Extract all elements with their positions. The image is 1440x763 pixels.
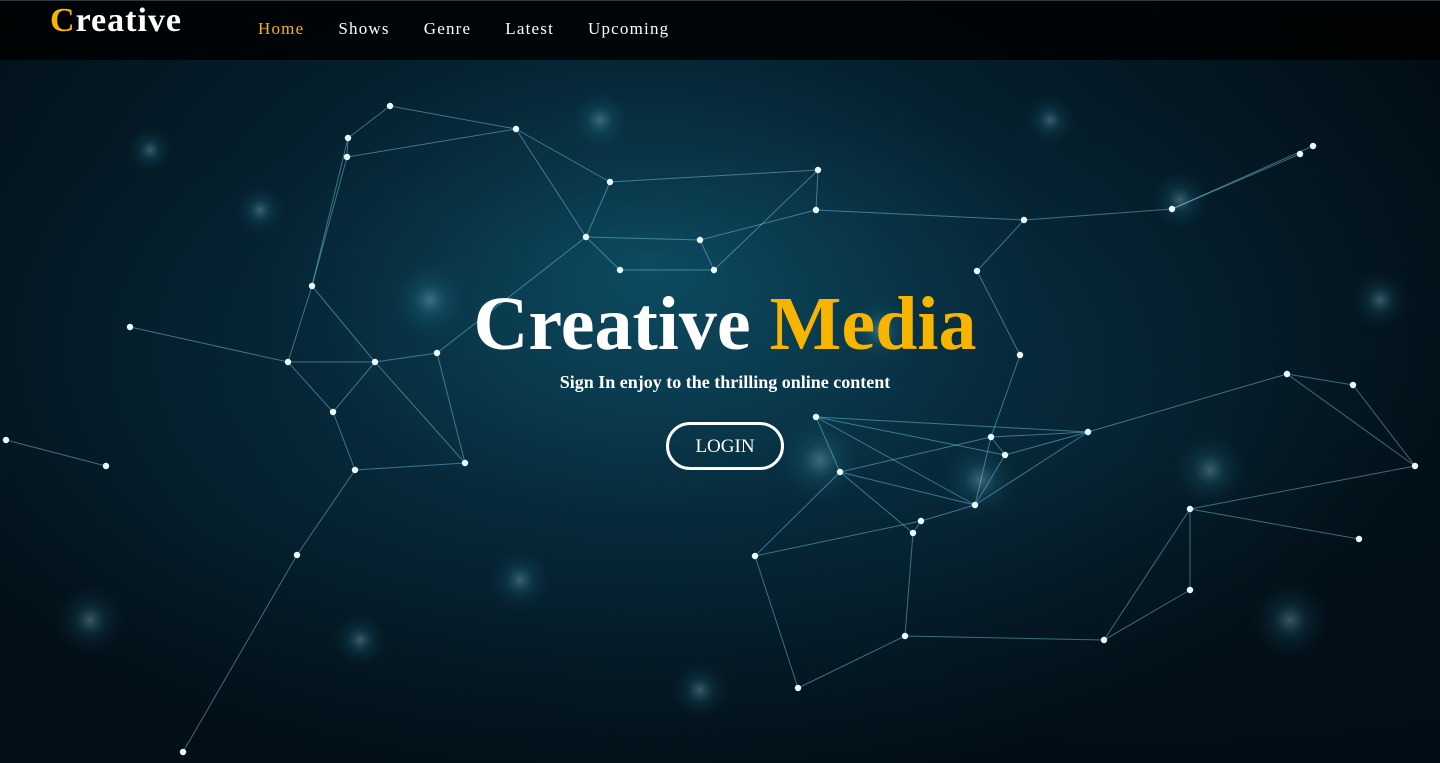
nav-item-shows: Shows (338, 19, 389, 39)
hero-section: Creative Media Sign In enjoy to the thri… (0, 278, 1440, 470)
brand-logo[interactable]: Creative (50, 1, 182, 41)
network-node (1100, 636, 1108, 644)
hero-title-accent: Media (769, 282, 977, 366)
nav-item-upcoming: Upcoming (588, 19, 669, 39)
network-line (1103, 589, 1191, 641)
brand-initial: C (50, 2, 76, 39)
network-line (699, 209, 817, 241)
network-line (609, 169, 819, 183)
network-node (812, 206, 820, 214)
network-node (179, 748, 187, 756)
page: Creative Home Shows Genre Latest Upcomin… (0, 0, 1440, 763)
bokeh-glow (670, 660, 730, 720)
network-line (904, 532, 914, 637)
nav-link-upcoming[interactable]: Upcoming (588, 19, 669, 38)
network-line (515, 128, 587, 238)
bokeh-glow (332, 612, 388, 668)
brand-rest: reative (75, 2, 182, 39)
network-node (344, 134, 352, 142)
network-line (904, 635, 1105, 641)
network-line (585, 236, 701, 241)
network-node (814, 166, 822, 174)
network-node (794, 684, 802, 692)
network-line (585, 181, 611, 238)
network-line (815, 209, 1025, 221)
nav-item-genre: Genre (424, 19, 472, 39)
network-node (751, 552, 759, 560)
network-line (311, 156, 348, 287)
nav-item-latest: Latest (505, 19, 554, 39)
network-line (754, 555, 799, 689)
network-node (1168, 205, 1176, 213)
network-node (1309, 142, 1317, 150)
network-node (1020, 216, 1028, 224)
network-line (585, 236, 621, 271)
network-node (582, 233, 590, 241)
network-node (971, 501, 979, 509)
network-line (389, 105, 517, 130)
bokeh-glow (1024, 94, 1076, 146)
network-node (901, 632, 909, 640)
nav-link-genre[interactable]: Genre (424, 19, 472, 38)
nav-item-home: Home (258, 19, 304, 39)
network-node (917, 517, 925, 525)
network-node (386, 102, 394, 110)
nav-links: Home Shows Genre Latest Upcoming (258, 19, 669, 39)
bokeh-glow (570, 90, 630, 150)
network-node (616, 266, 624, 274)
network-node (343, 153, 351, 161)
network-node (1186, 505, 1194, 513)
network-line (713, 169, 819, 271)
network-node (710, 266, 718, 274)
hero-title: Creative Media (0, 278, 1440, 370)
network-node (1355, 535, 1363, 543)
hero-title-main: Creative (473, 282, 751, 366)
network-line (1103, 508, 1191, 641)
network-line (1189, 508, 1360, 540)
top-navbar: Creative Home Shows Genre Latest Upcomin… (0, 0, 1440, 60)
network-node (1186, 586, 1194, 594)
network-line (346, 128, 517, 158)
network-node (909, 529, 917, 537)
network-node (606, 178, 614, 186)
network-line (296, 469, 356, 556)
bokeh-glow (488, 548, 552, 612)
network-node (512, 125, 520, 133)
bokeh-glow (1150, 170, 1210, 230)
network-node (293, 551, 301, 559)
hero-subtitle: Sign In enjoy to the thrilling online co… (559, 372, 891, 392)
network-node (973, 267, 981, 275)
network-line (1023, 208, 1173, 221)
nav-link-latest[interactable]: Latest (505, 19, 554, 38)
bokeh-glow (54, 584, 126, 656)
bokeh-glow (234, 184, 286, 236)
bokeh-glow (126, 126, 174, 174)
network-line (815, 169, 819, 211)
network-node (1296, 150, 1304, 158)
network-line (311, 137, 349, 287)
nav-link-shows[interactable]: Shows (338, 19, 389, 38)
network-line (976, 219, 1025, 272)
network-line (182, 554, 298, 753)
network-line (797, 635, 906, 689)
network-line (699, 239, 715, 271)
nav-link-home[interactable]: Home (258, 19, 304, 38)
network-line (347, 105, 391, 139)
login-button[interactable]: LOGIN (666, 422, 784, 470)
bokeh-glow (1250, 580, 1330, 660)
network-line (754, 520, 922, 557)
network-node (696, 236, 704, 244)
